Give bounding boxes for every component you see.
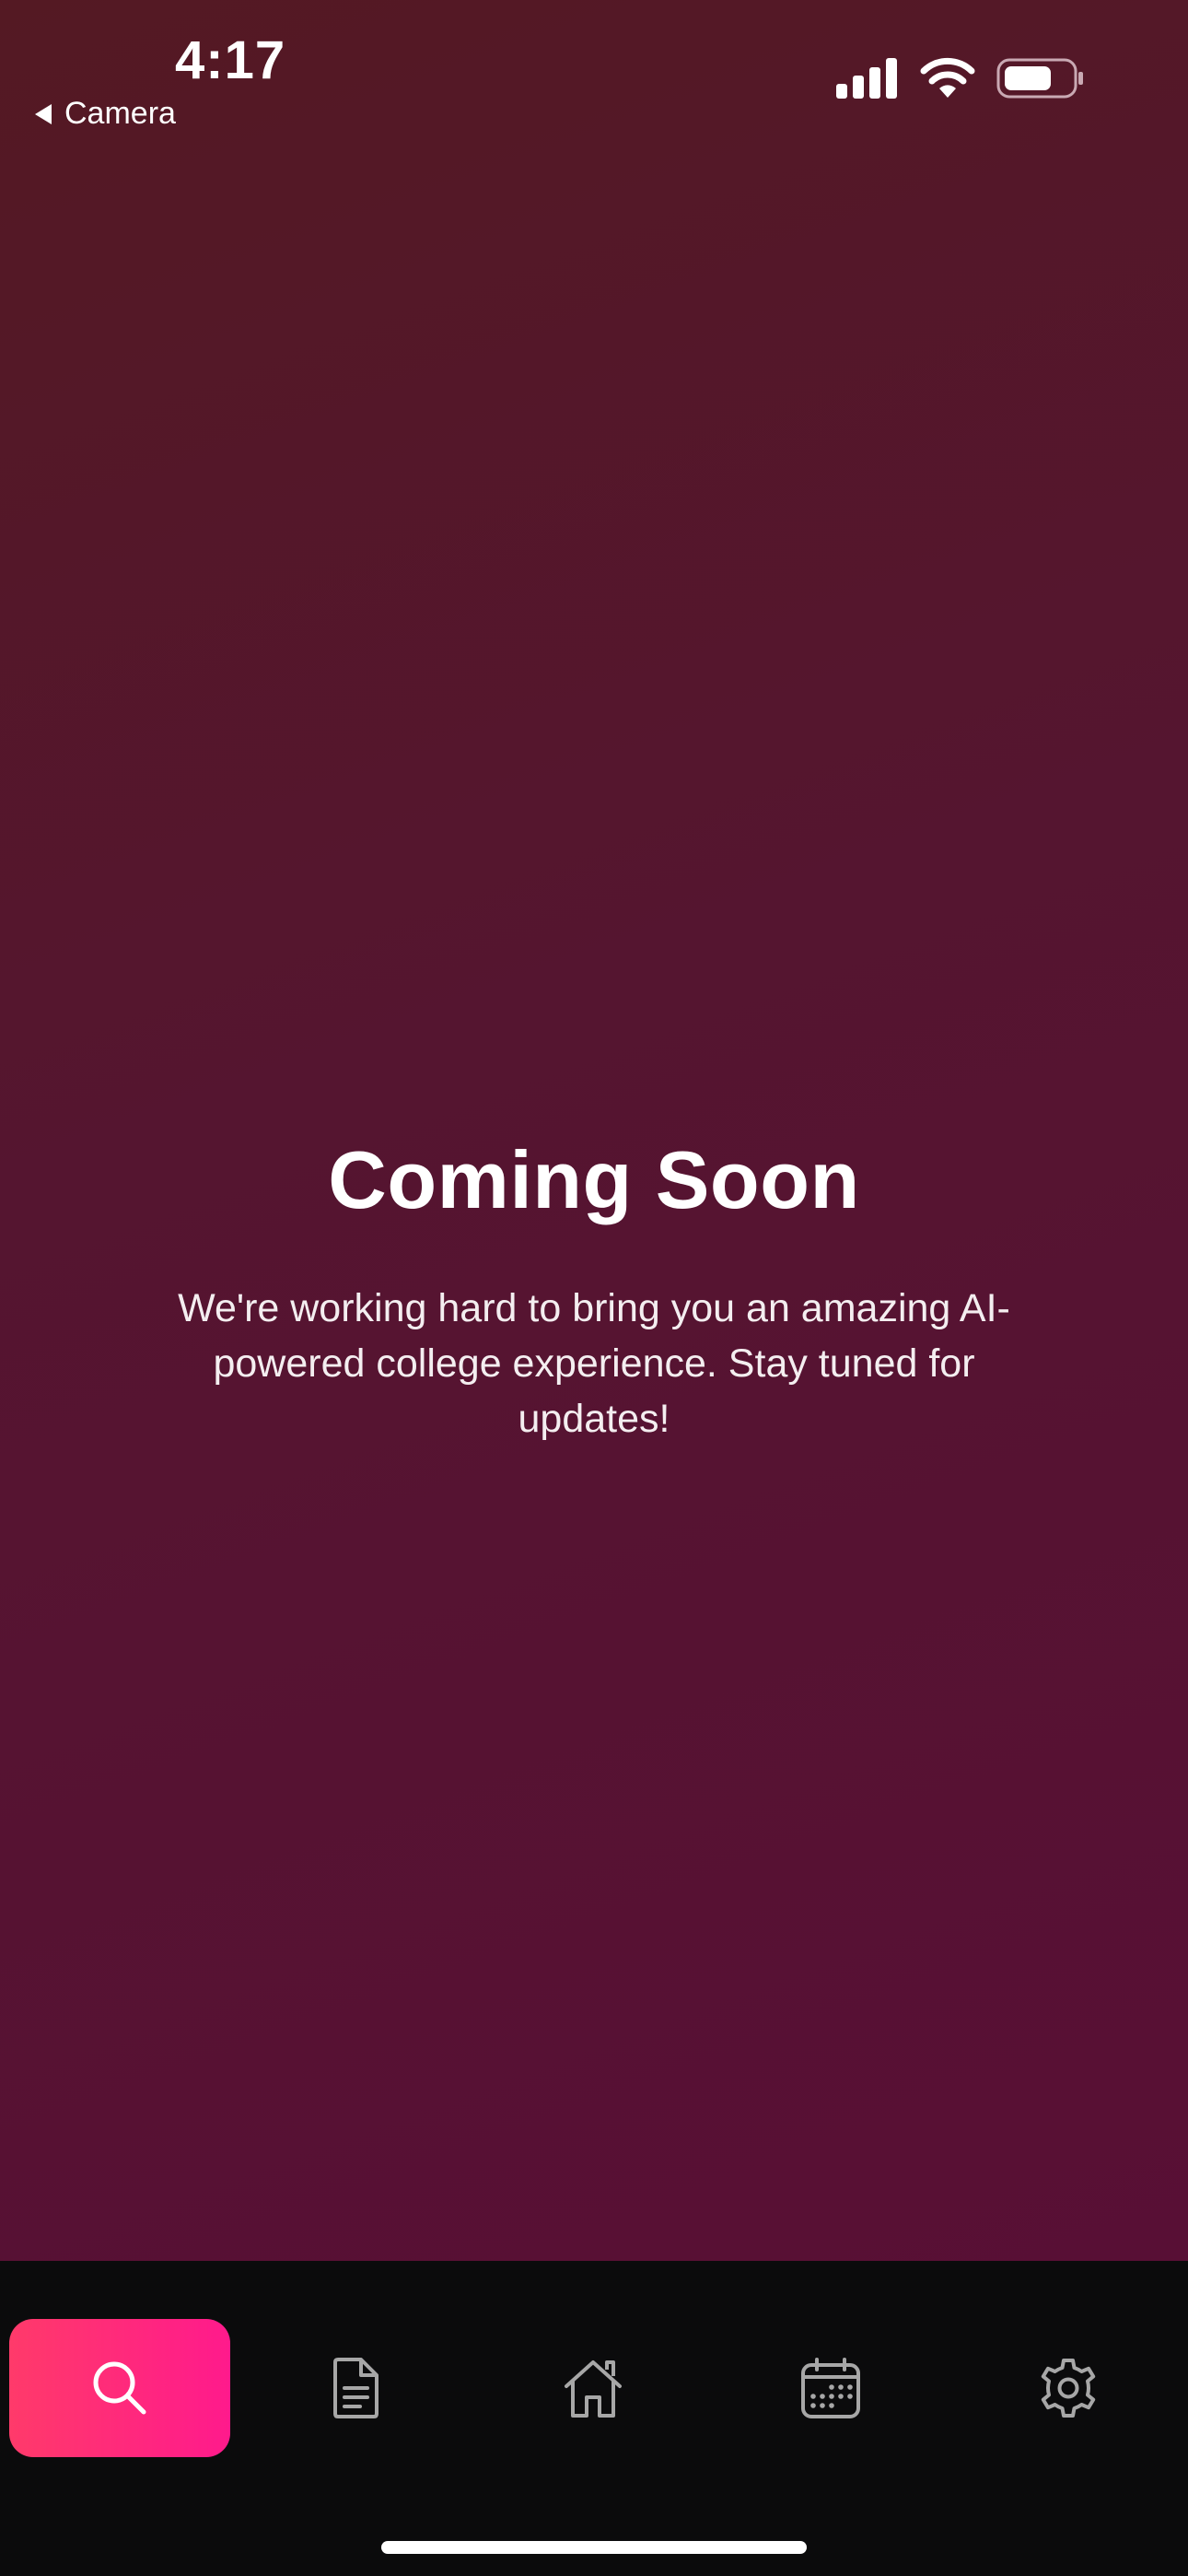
tab-search[interactable] (9, 2319, 230, 2457)
cellular-signal-icon (836, 58, 897, 99)
tab-documents[interactable] (245, 2319, 466, 2457)
tab-calendar[interactable] (720, 2319, 941, 2457)
page-title: Coming Soon (328, 1134, 860, 1225)
calendar-icon (801, 2358, 860, 2418)
coming-soon-content: Coming Soon We're working hard to bring … (0, 1133, 1188, 1446)
coming-soon-message: We're working hard to bring you an amazi… (178, 1286, 1010, 1441)
home-indicator[interactable] (381, 2541, 807, 2554)
back-arrow-icon (35, 103, 52, 124)
tab-settings[interactable] (958, 2319, 1179, 2457)
gear-icon (1041, 2359, 1096, 2418)
home-icon (565, 2360, 622, 2418)
bottom-tab-bar (0, 2261, 1188, 2576)
battery-icon (996, 58, 1083, 99)
status-icons (836, 57, 1085, 100)
back-link-label: Camera (64, 96, 176, 131)
tab-home[interactable] (483, 2319, 704, 2457)
wifi-icon (920, 57, 975, 98)
status-time: 4:17 (175, 30, 286, 90)
back-to-camera-link[interactable]: Camera (35, 96, 176, 132)
document-icon (333, 2358, 379, 2418)
coming-soon-screen: 4:17 Camera Coming Soon We're working ha… (0, 0, 1188, 2261)
search-icon (93, 2361, 146, 2415)
